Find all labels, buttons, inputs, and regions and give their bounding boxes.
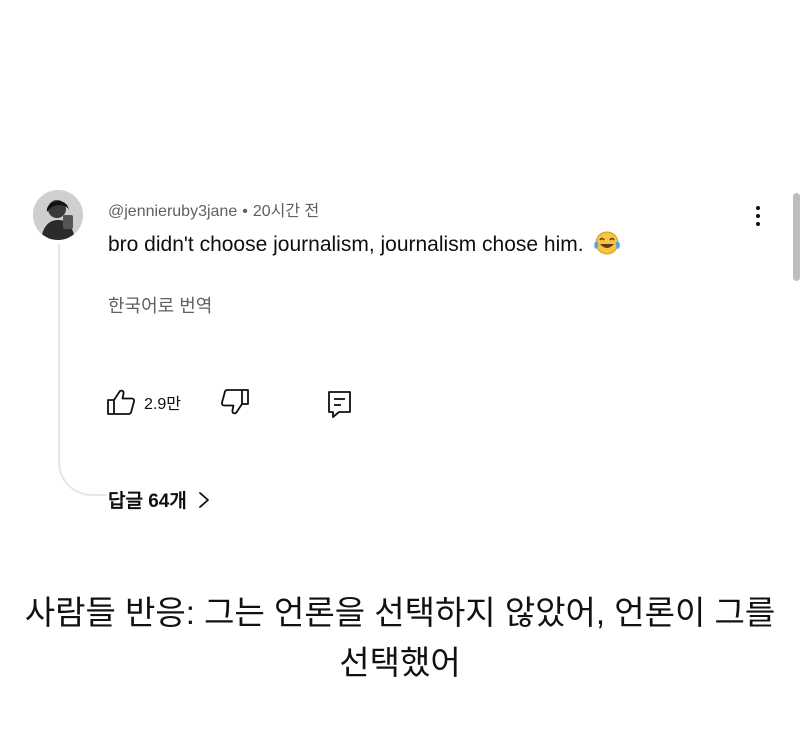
dislike-button[interactable] <box>220 388 250 421</box>
caption-line-1: 사람들 반응: 그는 언론을 선택하지 않았어, 언론이 그를 <box>24 594 776 631</box>
caption: 사람들 반응: 그는 언론을 선택하지 않았어, 언론이 그를 선택했어 <box>0 588 800 688</box>
comment-meta: @jennieruby3jane • 20시간 전 <box>108 197 319 221</box>
author-handle[interactable]: @jennieruby3jane <box>108 203 237 220</box>
reply-button[interactable] <box>326 389 354 424</box>
comment-text: bro didn't choose journalism, journalism… <box>108 233 584 256</box>
scrollbar[interactable] <box>793 193 800 281</box>
view-replies-button[interactable]: 답글 64개 <box>108 486 211 513</box>
more-vert-icon[interactable] <box>746 201 770 231</box>
chevron-right-icon <box>198 491 209 508</box>
thumbs-up-icon <box>107 389 136 415</box>
comment-body: bro didn't choose journalism, journalism… <box>108 230 621 262</box>
translate-link[interactable]: 한국어로 번역 <box>108 292 212 318</box>
caption-line-2: 선택했어 <box>339 644 461 681</box>
like-count: 2.9만 <box>144 396 181 413</box>
replies-label: 답글 64개 <box>108 491 187 512</box>
comment-time: 20시간 전 <box>252 203 320 220</box>
like-button[interactable]: 2.9만 <box>106 388 181 416</box>
avatar[interactable] <box>33 190 83 240</box>
reply-icon <box>328 391 351 418</box>
meta-separator: • <box>242 203 248 220</box>
tears-of-joy-emoji-icon <box>593 230 621 262</box>
thumbs-down-icon <box>220 389 249 415</box>
avatar-image <box>33 190 83 240</box>
thread-line <box>58 244 106 496</box>
comment-card: @jennieruby3jane • 20시간 전 bro didn't choos… <box>0 0 800 540</box>
